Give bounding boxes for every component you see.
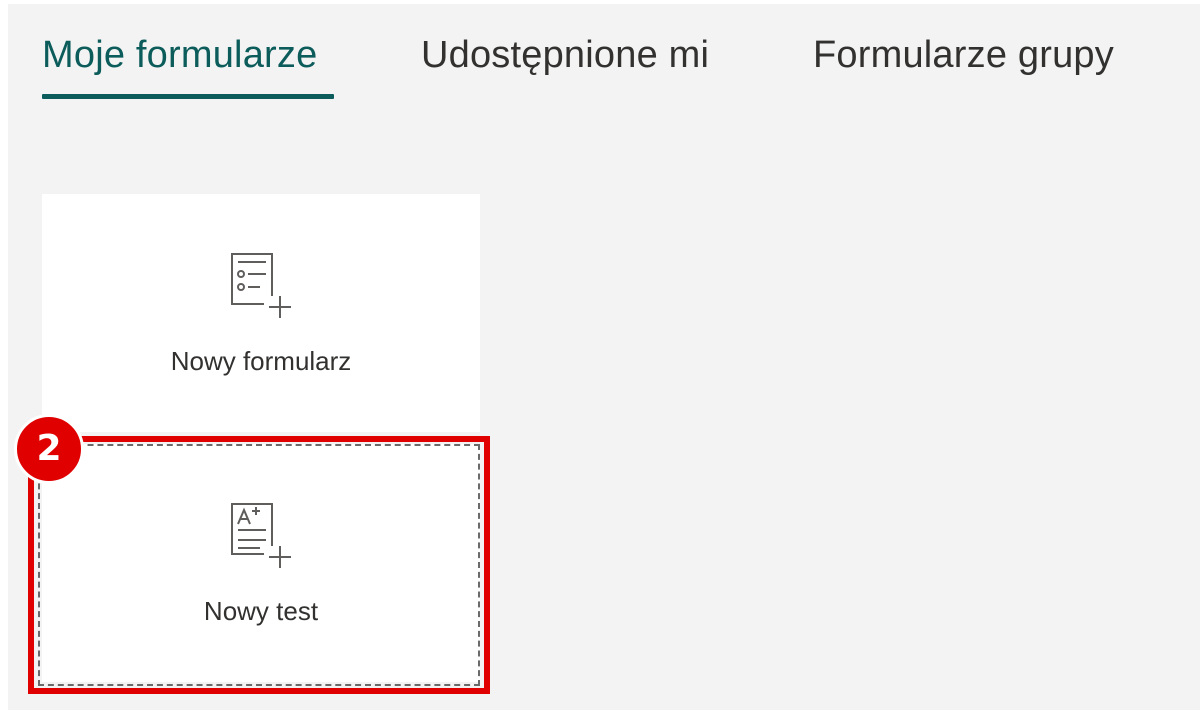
step-number-badge: 2 xyxy=(14,414,84,484)
new-form-label: Nowy formularz xyxy=(170,346,352,376)
forms-panel: Moje formularze Udostępnione mi Formular… xyxy=(8,4,1200,710)
tab-bar: Moje formularze Udostępnione mi Formular… xyxy=(8,4,1200,114)
new-form-icon xyxy=(231,253,291,318)
new-quiz-label: Nowy test xyxy=(203,596,319,626)
active-tab-indicator xyxy=(42,94,334,99)
tab-group-forms[interactable]: Formularze grupy xyxy=(813,34,1114,77)
new-quiz-card[interactable]: Nowy test xyxy=(42,444,480,682)
new-quiz-icon xyxy=(231,503,291,568)
new-form-card[interactable]: Nowy formularz xyxy=(42,194,480,432)
tab-my-forms[interactable]: Moje formularze xyxy=(42,34,317,77)
tab-shared-with-me[interactable]: Udostępnione mi xyxy=(421,34,709,77)
